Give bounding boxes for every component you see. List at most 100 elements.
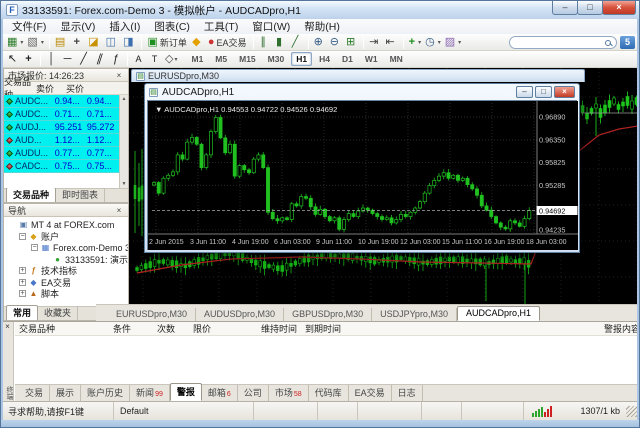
text-label-tool[interactable]: T — [147, 52, 163, 67]
terminal-tab[interactable]: 交易 — [19, 385, 50, 401]
candlestick-mode-button[interactable]: ▮ — [273, 35, 289, 50]
column-header[interactable]: 卖价 — [36, 82, 66, 95]
market-watch-row[interactable]: AUDC... 0.94... 0.94... — [4, 95, 119, 108]
navigator-tree-item[interactable]: ▣ MT 4 at FOREX.com — [4, 219, 128, 231]
crosshair-tool[interactable]: + — [21, 52, 37, 67]
zoom-in-button[interactable]: ⊕ — [312, 35, 328, 50]
close-icon[interactable]: × — [114, 71, 124, 80]
market-watch-tab[interactable]: 即时图表 — [56, 188, 105, 202]
channel-tool[interactable]: ∥ — [92, 52, 108, 67]
market-watch-row[interactable]: AUDU... 0.77... 0.77... — [4, 147, 119, 160]
market-watch-row[interactable]: CADC... 0.75... 0.75... — [4, 160, 119, 173]
terminal-tab[interactable]: 公司 — [238, 385, 269, 401]
terminal-tab[interactable]: 市场58 — [269, 385, 309, 401]
market-watch-columns[interactable]: 交易品种卖价买价 — [4, 82, 128, 95]
chart-tab[interactable]: EURUSDpro,M30 — [108, 308, 196, 321]
tile-windows-button[interactable]: ⊞ — [344, 35, 360, 50]
chart-shift-button[interactable]: ⇤ — [383, 35, 399, 50]
close-icon[interactable]: × — [114, 206, 124, 215]
timeframe-button[interactable]: W1 — [360, 52, 383, 66]
alerts-column-headers[interactable]: 交易品种条件次数限价维持时间到期时间警报内容 — [15, 322, 640, 336]
navigator-tree-item[interactable]: + ◆ EA交易 — [4, 277, 128, 289]
terminal-tab[interactable]: 展示 — [50, 385, 81, 401]
timeframe-button[interactable]: MN — [385, 52, 408, 66]
chart-window-audcadpro-h1[interactable]: ▤ AUDCADpro,H1 – □ × 0.968900.963500.958… — [144, 83, 580, 253]
column-header[interactable]: 交易品种 — [15, 322, 109, 335]
candlestick-chart[interactable]: 0.968900.963500.958250.952850.942352 Jun… — [148, 101, 578, 250]
menu-item[interactable]: 显示(V) — [53, 19, 102, 34]
chart-tab[interactable]: GBPUSDpro,M30 — [284, 308, 372, 321]
terminal-tab[interactable]: EA交易 — [349, 385, 392, 401]
alerts-table-body[interactable] — [15, 336, 640, 384]
chart-tab[interactable]: AUDCADpro,H1 — [457, 306, 540, 321]
scrollbar[interactable]: ▲ ▼ — [119, 95, 128, 188]
navigator-tab[interactable]: 常用 — [6, 305, 38, 320]
column-header[interactable]: 到期时间 — [301, 322, 600, 335]
navigator-tree-item[interactable]: ● 33133591: 演示账户 — [4, 254, 128, 266]
indicators-button[interactable]: +▾ — [407, 35, 423, 50]
navigator-tree-item[interactable]: − ◆ 账户 — [4, 231, 128, 243]
menu-item[interactable]: 帮助(H) — [297, 19, 347, 34]
market-watch-row[interactable]: AUD... 1.12... 1.12... — [4, 134, 119, 147]
menu-item[interactable]: 插入(I) — [102, 19, 147, 34]
restore-button[interactable]: □ — [535, 86, 552, 98]
auto-scroll-button[interactable]: ⇥ — [367, 35, 383, 50]
resize-grip[interactable] — [626, 406, 637, 417]
terminal-tab[interactable]: 警报 — [170, 383, 202, 401]
cursor-tool[interactable]: ↖ — [5, 52, 21, 67]
tree-expander-icon[interactable]: − — [31, 244, 38, 251]
new-chart-button[interactable]: ▦▾ — [5, 35, 25, 50]
search-input[interactable] — [509, 36, 617, 49]
close-icon[interactable]: × — [2, 322, 13, 331]
tree-expander-icon[interactable]: + — [19, 279, 26, 286]
strategy-tester-toggle[interactable]: ◨ — [121, 35, 138, 50]
zoom-out-button[interactable]: ⊖ — [328, 35, 344, 50]
column-header[interactable]: 条件 — [109, 322, 153, 335]
market-watch-tab[interactable]: 交易品种 — [6, 187, 56, 202]
timeframe-button[interactable]: M1 — [186, 52, 208, 66]
fibonacci-tool[interactable]: ƒ — [108, 52, 124, 67]
minimize-button[interactable]: – — [552, 1, 578, 15]
market-watch-row[interactable]: AUDC... 0.71... 0.71... — [4, 108, 119, 121]
terminal-toggle[interactable]: ◫ — [104, 35, 121, 50]
timeframe-button[interactable]: H1 — [291, 52, 312, 66]
close-button[interactable]: × — [602, 1, 636, 15]
column-header[interactable]: 维持时间 — [257, 322, 301, 335]
navigator-tree-item[interactable]: − ▦ Forex.com-Demo 3 — [4, 242, 128, 254]
scroll-up-icon[interactable]: ▲ — [122, 96, 127, 102]
maximize-button[interactable]: □ — [577, 1, 603, 15]
timeframe-button[interactable]: M5 — [210, 52, 232, 66]
timeframe-button[interactable]: D1 — [337, 52, 358, 66]
terminal-tab[interactable]: 代码库 — [309, 385, 349, 401]
market-watch-toggle[interactable]: ▤ — [53, 35, 70, 50]
timeframe-button[interactable]: M15 — [234, 52, 261, 66]
column-header[interactable]: 限价 — [189, 322, 257, 335]
arrows-tool[interactable]: ◇▾ — [163, 52, 179, 67]
column-header[interactable]: 买价 — [66, 82, 84, 95]
text-tool[interactable]: A — [131, 52, 147, 67]
line-chart-mode-button[interactable]: ╱ — [289, 35, 305, 50]
mql5-community-icon[interactable]: 5 — [620, 36, 635, 49]
navigator-tree-item[interactable]: + ƒ 技术指标 — [4, 265, 128, 277]
autotrading-button[interactable]: ●EA交易 — [206, 35, 250, 50]
chart-tab[interactable]: USDJPYpro,M30 — [372, 308, 457, 321]
title-bar[interactable]: F 33133591: Forex.com-Demo 3 - 模拟帐户 - AU… — [1, 1, 639, 19]
status-profile[interactable]: Default — [114, 402, 254, 420]
horizontal-line-tool[interactable]: ─ — [60, 52, 76, 67]
minimize-button[interactable]: – — [516, 86, 533, 98]
chart-tab[interactable]: AUDUSDpro,M30 — [196, 308, 284, 321]
vertical-line-tool[interactable]: │ — [44, 52, 60, 67]
scroll-down-icon[interactable]: ▼ — [122, 181, 127, 187]
templates-button[interactable]: ▨▾ — [443, 35, 463, 50]
terminal-tab[interactable]: 邮箱6 — [202, 385, 238, 401]
navigator-tree-item[interactable]: + ▲ 脚本 — [4, 288, 128, 300]
timeframe-button[interactable]: H4 — [314, 52, 335, 66]
menu-item[interactable]: 文件(F) — [5, 19, 53, 34]
periods-button[interactable]: ◷▾ — [423, 35, 443, 50]
metaeditor-button[interactable]: ◆ — [190, 35, 206, 50]
chart-window-title-bar[interactable]: ▤ AUDCADpro,H1 – □ × — [145, 84, 579, 100]
terminal-tab[interactable]: 日志 — [392, 385, 423, 401]
terminal-tab[interactable]: 新闻99 — [130, 385, 170, 401]
background-chart-window-title[interactable]: ▤ EURUSDpro,M30 — [131, 69, 585, 82]
navigator-tab[interactable]: 收藏夹 — [38, 306, 78, 320]
